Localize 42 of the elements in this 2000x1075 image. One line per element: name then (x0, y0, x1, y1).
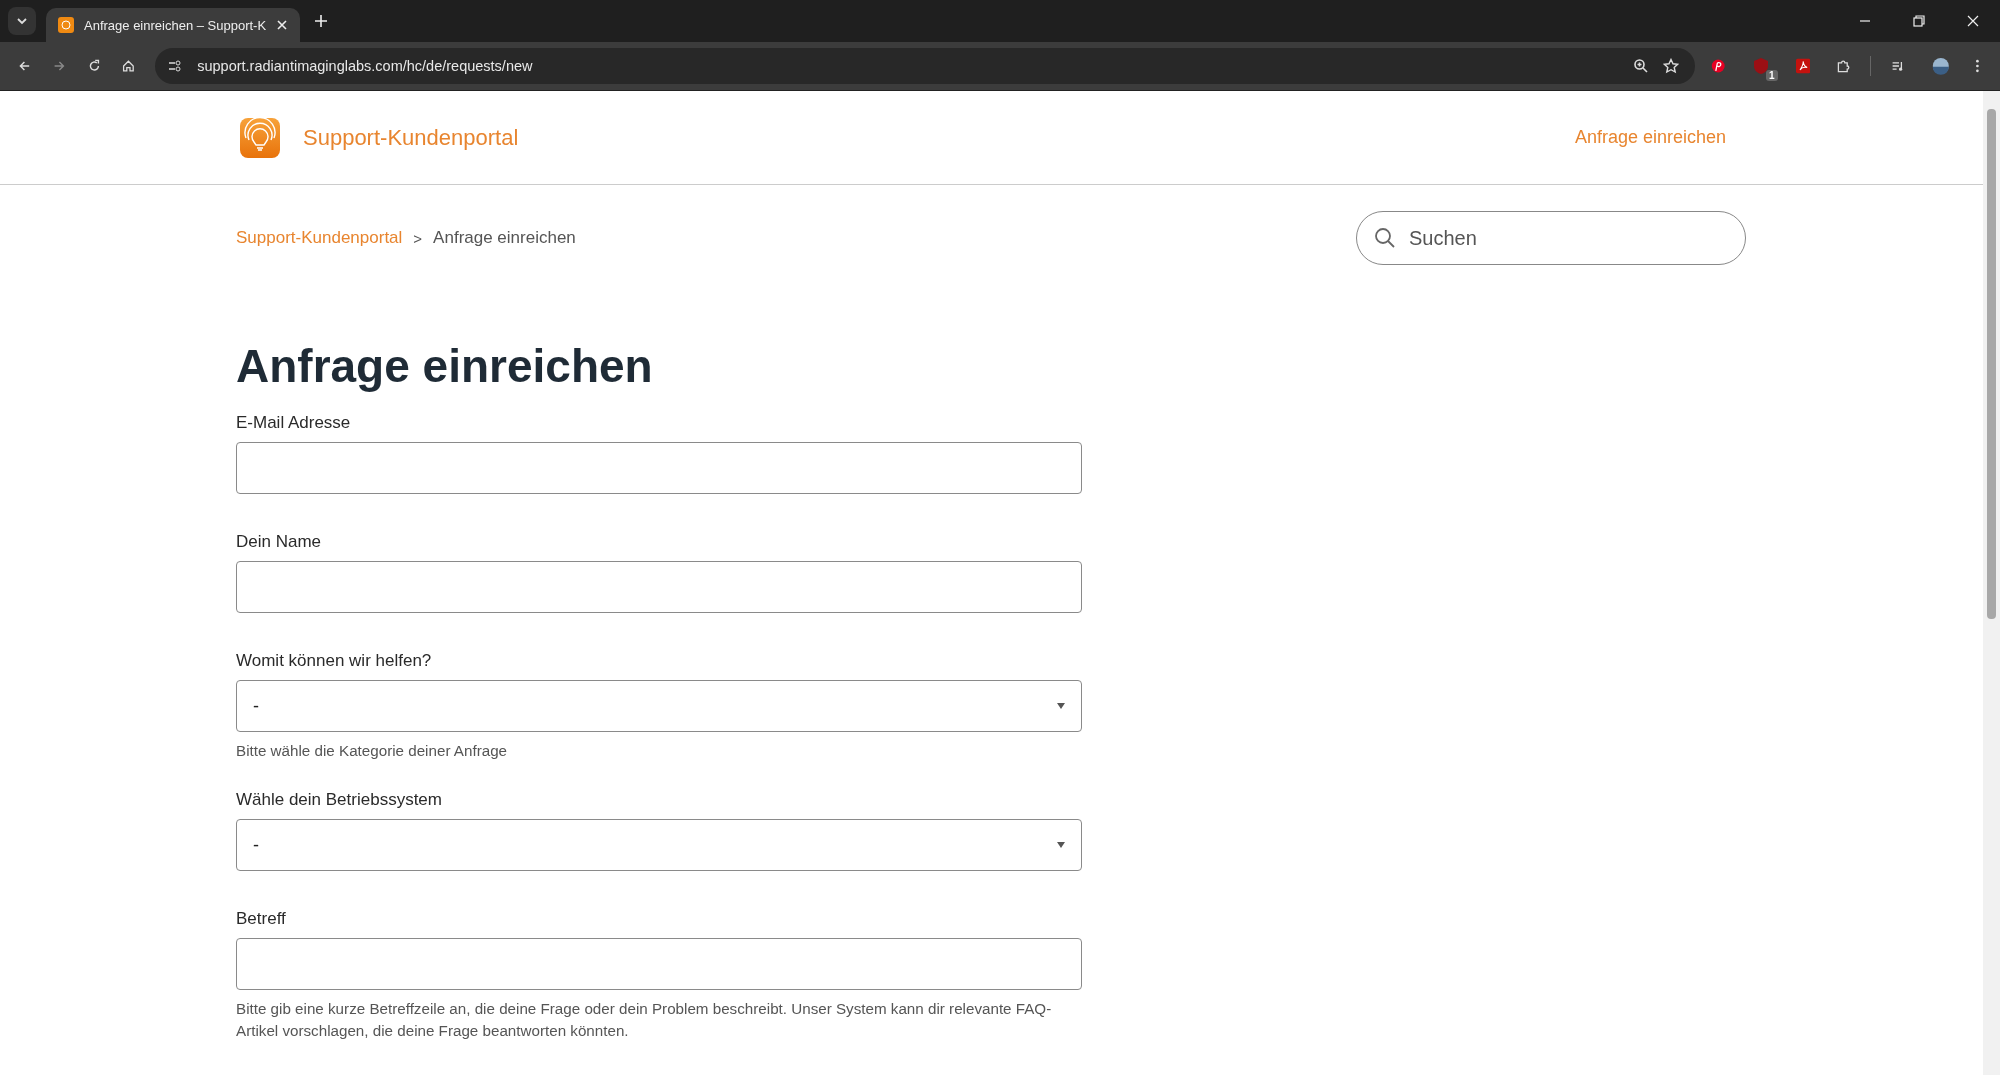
favicon-icon (58, 17, 74, 33)
input-field[interactable] (236, 561, 1082, 613)
search-icon (1374, 227, 1396, 249)
tab-list-button[interactable] (8, 7, 36, 35)
reload-icon[interactable] (87, 58, 101, 74)
field-label: Wähle dein Betriebssystem (236, 790, 443, 810)
restore-icon[interactable] (1912, 14, 1926, 28)
breadcrumb-separator: > (413, 229, 423, 247)
home-icon[interactable] (122, 58, 136, 74)
search-field[interactable]: Suchen (1356, 211, 1746, 265)
zoom-icon[interactable] (1633, 58, 1650, 74)
address-bar[interactable]: support.radiantimaginglabs.com/hc/de/requests/new (155, 48, 1696, 84)
field-hint: Bitte wähle die Kategorie deiner Anfrage (236, 741, 509, 761)
input-field[interactable] (236, 938, 1082, 990)
browser-tab[interactable]: Anfrage einreichen – Support-K (46, 8, 301, 42)
extension-badge: 1 (1766, 70, 1778, 81)
dropdown-field[interactable]: - (236, 819, 1082, 871)
input-field[interactable] (236, 442, 1082, 494)
field-hint: Bitte gib eine kurze Betreffzeile an, die deine Frage oder dein Problem beschreibt. Unser System kann dir relevante FAQ-Artikel vorschlagen, die deine Frage beantworten könnten. (236, 999, 1053, 1041)
more-menu-icon[interactable] (1975, 57, 1980, 75)
dropdown-caret-icon (1057, 842, 1065, 848)
close-icon[interactable] (276, 19, 289, 31)
scrollbar[interactable] (1983, 91, 2000, 1075)
field-label: Dein Name (236, 532, 323, 552)
plus-icon[interactable] (314, 14, 329, 28)
dropdown-caret-icon (1057, 703, 1065, 709)
pin-extension-icon[interactable] (1711, 57, 1726, 75)
page-heading: Anfrage einreichen (236, 339, 654, 393)
field-label: E-Mail Adresse (236, 413, 352, 433)
field-label: Womit können wir helfen? (236, 651, 433, 671)
lightbulb-logo-icon[interactable] (240, 117, 280, 158)
tab-title: Anfrage einreichen – Support-K (84, 17, 267, 33)
star-icon[interactable] (1663, 58, 1680, 74)
site-settings-icon[interactable] (167, 58, 184, 74)
close-icon[interactable] (1966, 14, 1980, 28)
pdf-extension-icon[interactable] (1795, 57, 1810, 75)
profile-avatar-icon[interactable] (1931, 55, 1950, 77)
breadcrumb-current: Anfrage einreichen (433, 228, 576, 248)
url-text: support.radiantimaginglabs.com/hc/de/requests/new (197, 58, 533, 74)
field-label: Betreff (236, 909, 287, 929)
dropdown-field[interactable]: - (236, 680, 1082, 732)
chevron-down-icon (16, 15, 28, 27)
